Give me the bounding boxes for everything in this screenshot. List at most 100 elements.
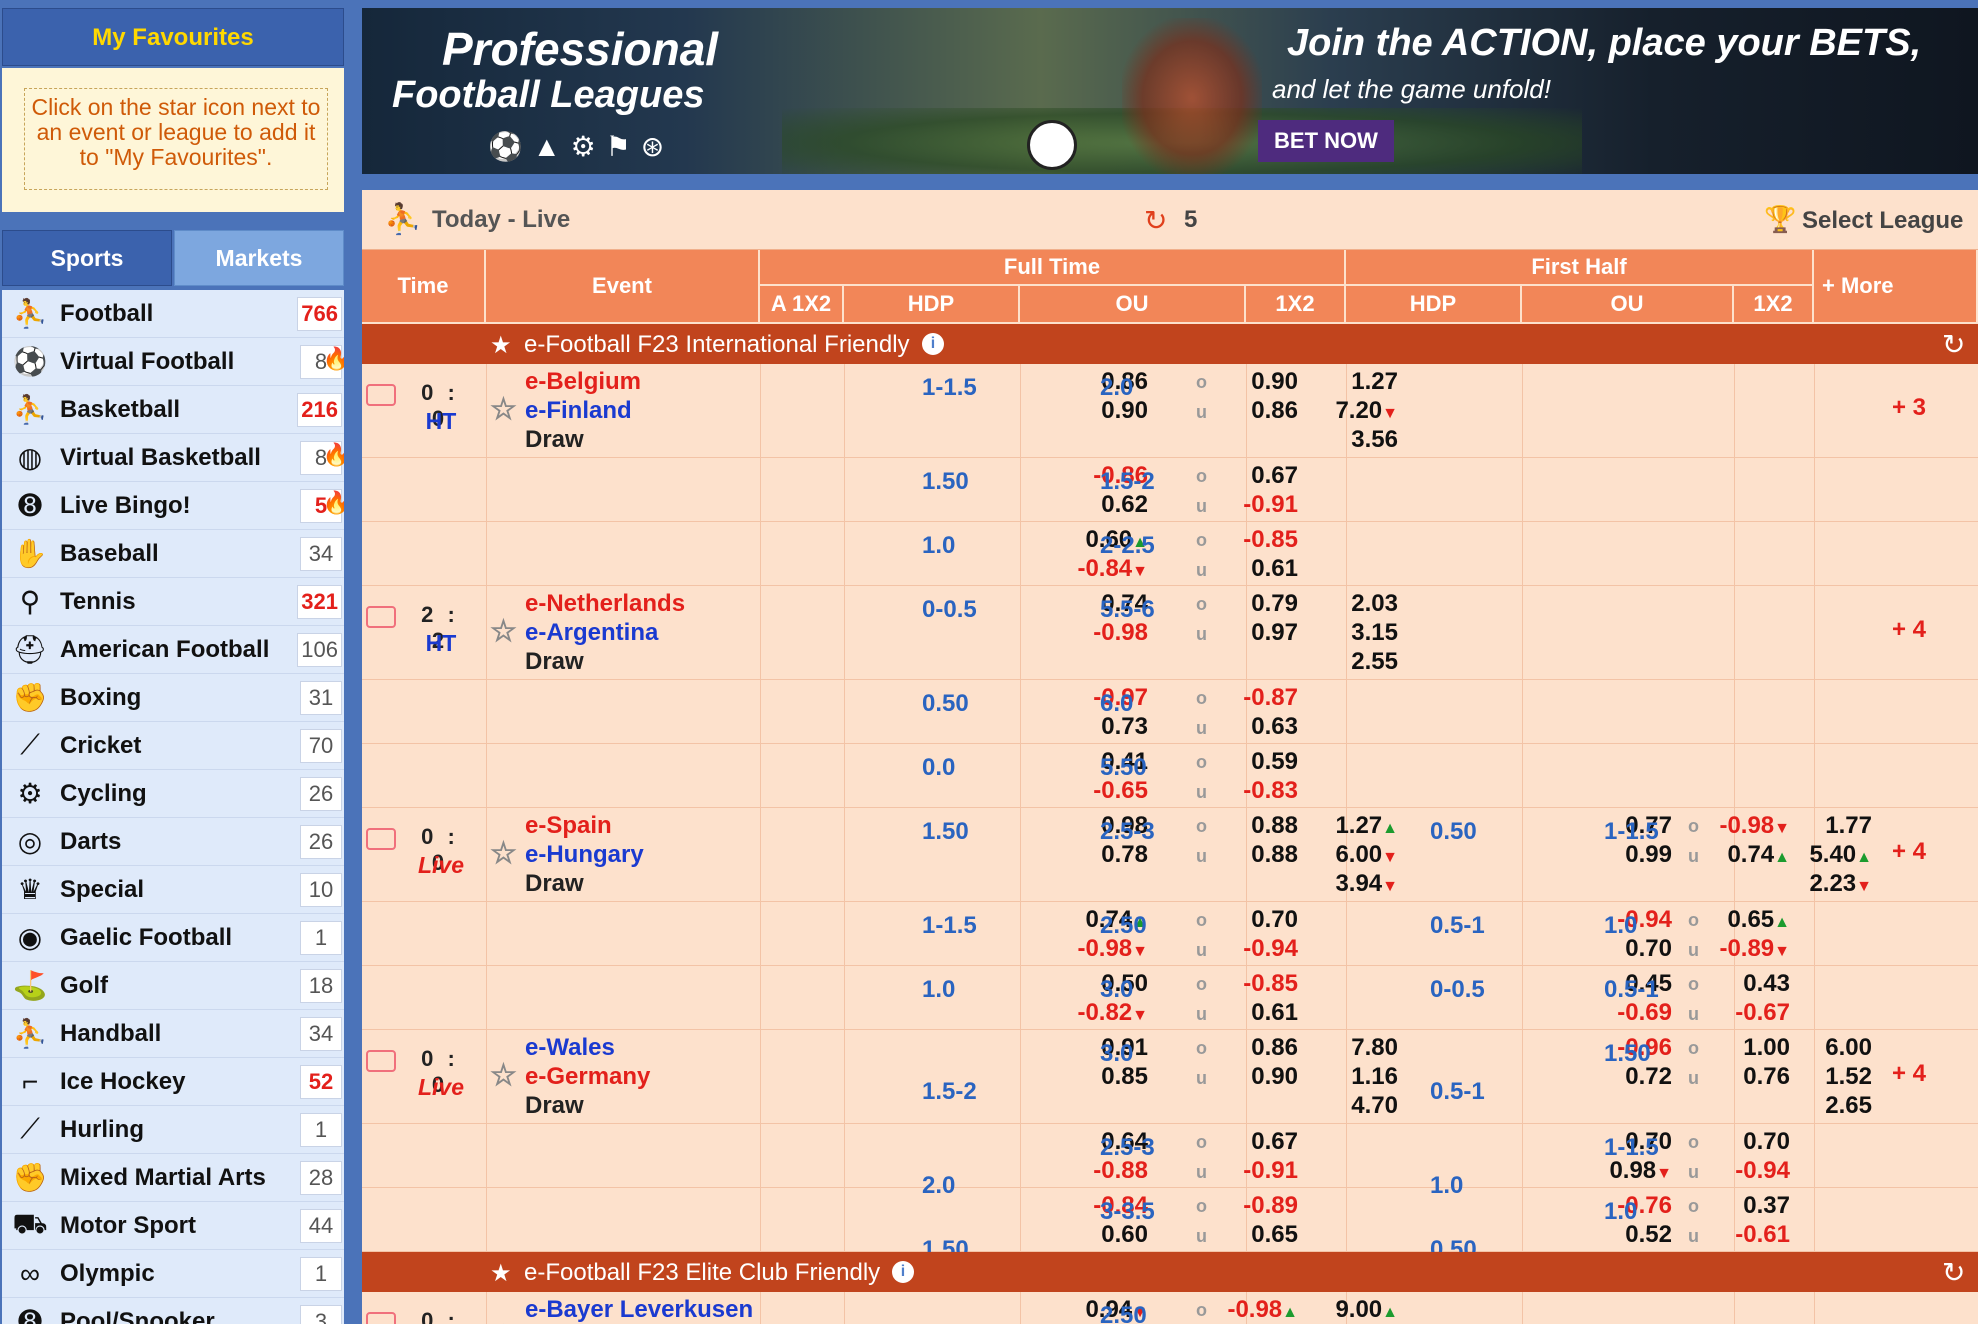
- ft-over-odds[interactable]: -0.87: [1243, 684, 1298, 712]
- tv-icon[interactable]: [366, 606, 396, 628]
- refresh-league-icon[interactable]: ↻: [1942, 328, 1965, 361]
- ft-1x2-odds[interactable]: 3.94▼: [1335, 870, 1398, 898]
- ft-over-odds[interactable]: 0.67: [1251, 462, 1298, 490]
- ft-1x2-odds[interactable]: 1.27: [1351, 368, 1398, 396]
- ft-over-odds[interactable]: 0.70: [1251, 906, 1298, 934]
- sidebar-item-special[interactable]: ♛ Special 10: [2, 866, 344, 914]
- sidebar-item-cycling[interactable]: ⚙ Cycling 26: [2, 770, 344, 818]
- favourite-star-icon[interactable]: ☆: [490, 1320, 518, 1324]
- fh-under-odds[interactable]: 0.76: [1743, 1063, 1790, 1091]
- ft-1x2-odds[interactable]: 1.16: [1351, 1063, 1398, 1091]
- fh-1x2-odds[interactable]: 1.77: [1825, 812, 1872, 840]
- team-name[interactable]: e-Argentina: [525, 619, 658, 647]
- fh-under-odds[interactable]: -0.94: [1735, 1157, 1790, 1185]
- fh-1x2-odds[interactable]: 2.23▼: [1809, 870, 1872, 898]
- team-name[interactable]: Draw: [525, 870, 584, 898]
- more-markets-link[interactable]: + 4: [1892, 838, 1926, 866]
- sidebar-item-basketball[interactable]: ⛹ Basketball 216: [2, 386, 344, 434]
- team-name[interactable]: e-Hungary: [525, 841, 644, 869]
- fh-1x2-odds[interactable]: 5.40▲: [1809, 841, 1872, 869]
- ft-1x2-odds[interactable]: 3.15: [1351, 619, 1398, 647]
- ft-over-odds[interactable]: 0.86: [1251, 1034, 1298, 1062]
- fh-1x2-odds[interactable]: 6.00: [1825, 1034, 1872, 1062]
- ft-over-odds[interactable]: 0.88: [1251, 812, 1298, 840]
- sidebar-item-darts[interactable]: ◎ Darts 26: [2, 818, 344, 866]
- more-markets-link[interactable]: + 4: [1892, 1060, 1926, 1088]
- fh-over-odds[interactable]: 0.70: [1743, 1128, 1790, 1156]
- fh-over-odds[interactable]: -0.98▼: [1719, 812, 1790, 840]
- refresh-icon[interactable]: ↻: [1144, 204, 1167, 237]
- ft-1x2-odds[interactable]: 7.80: [1351, 1034, 1398, 1062]
- refresh-league-icon[interactable]: ↻: [1942, 1256, 1965, 1289]
- ft-over-odds[interactable]: -0.85: [1243, 526, 1298, 554]
- ft-over-odds[interactable]: 0.67: [1251, 1128, 1298, 1156]
- ft-under-odds[interactable]: 0.86: [1251, 397, 1298, 425]
- tab-sports[interactable]: Sports: [2, 230, 172, 286]
- more-markets-link[interactable]: + 3: [1892, 394, 1926, 422]
- tv-icon[interactable]: [366, 384, 396, 406]
- bet-now-button[interactable]: BET NOW: [1258, 120, 1394, 162]
- sidebar-item-olympic[interactable]: ∞ Olympic 1: [2, 1250, 344, 1298]
- fh-under-odds[interactable]: -0.61: [1735, 1221, 1790, 1249]
- team-name[interactable]: e-Germany: [525, 1063, 650, 1091]
- sidebar-item-boxing[interactable]: ✊ Boxing 31: [2, 674, 344, 722]
- ft-1x2-odds[interactable]: 2.03: [1351, 590, 1398, 618]
- select-league-button[interactable]: Select League: [1802, 207, 1963, 235]
- sidebar-item-tennis[interactable]: ⚲ Tennis 321: [2, 578, 344, 626]
- trophy-icon[interactable]: 🏆: [1764, 204, 1796, 235]
- fh-over-odds[interactable]: 0.65▲: [1727, 906, 1790, 934]
- ft-1x2-odds[interactable]: 2.55: [1351, 648, 1398, 676]
- favourite-star-icon[interactable]: ★: [490, 331, 512, 360]
- more-markets-header[interactable]: + More: [1814, 250, 1978, 324]
- team-name[interactable]: Draw: [525, 1092, 584, 1120]
- tv-icon[interactable]: [366, 1312, 396, 1324]
- sidebar-item-motor-sport[interactable]: ⛟ Motor Sport 44: [2, 1202, 344, 1250]
- ft-under-odds[interactable]: 0.97: [1251, 619, 1298, 647]
- favourite-star-icon[interactable]: ☆: [490, 614, 518, 649]
- favourite-star-icon[interactable]: ☆: [490, 392, 518, 427]
- team-name[interactable]: e-Finland: [525, 397, 632, 425]
- ft-under-odds[interactable]: -0.91: [1243, 491, 1298, 519]
- fh-over-odds[interactable]: 1.00: [1743, 1034, 1790, 1062]
- ft-under-odds[interactable]: 0.88: [1251, 841, 1298, 869]
- fh-over-odds[interactable]: 0.43: [1743, 970, 1790, 998]
- ft-1x2-odds[interactable]: 9.00▲: [1335, 1296, 1398, 1324]
- promo-banner[interactable]: Professional Football Leagues ⚽▲⚙⚑⊛ Join…: [362, 8, 1978, 174]
- favourite-star-icon[interactable]: ☆: [490, 836, 518, 871]
- ft-1x2-odds[interactable]: 1.27▲: [1335, 812, 1398, 840]
- my-favourites-header[interactable]: My Favourites: [2, 8, 344, 66]
- team-name[interactable]: e-Spain: [525, 812, 612, 840]
- ft-under-odds[interactable]: -0.94: [1243, 935, 1298, 963]
- ft-over-odds[interactable]: -0.98▲: [1227, 1296, 1298, 1324]
- ft-under-odds[interactable]: 0.61: [1251, 999, 1298, 1027]
- sidebar-item-american-football[interactable]: ⛑ American Football 106: [2, 626, 344, 674]
- team-name[interactable]: Draw: [525, 426, 584, 454]
- fh-under-odds[interactable]: -0.89▼: [1719, 935, 1790, 963]
- ft-under-odds[interactable]: 0.90: [1251, 1063, 1298, 1091]
- tv-icon[interactable]: [366, 828, 396, 850]
- sidebar-item-cricket[interactable]: ⟋ Cricket 70: [2, 722, 344, 770]
- ft-1x2-odds[interactable]: 6.00▼: [1335, 841, 1398, 869]
- ft-under-odds[interactable]: -0.91: [1243, 1157, 1298, 1185]
- ft-under-odds[interactable]: 0.61: [1251, 555, 1298, 583]
- ft-over-odds[interactable]: 0.79: [1251, 590, 1298, 618]
- sidebar-item-ice-hockey[interactable]: ⌐ Ice Hockey 52: [2, 1058, 344, 1106]
- fh-under-odds[interactable]: 0.74▲: [1727, 841, 1790, 869]
- sidebar-item-mixed-martial-arts[interactable]: ✊ Mixed Martial Arts 28: [2, 1154, 344, 1202]
- sidebar-item-baseball[interactable]: ✋ Baseball 34: [2, 530, 344, 578]
- fh-over-odds[interactable]: 0.37: [1743, 1192, 1790, 1220]
- team-name[interactable]: e-Netherlands: [525, 590, 685, 618]
- team-name[interactable]: Draw: [525, 648, 584, 676]
- ft-over-odds[interactable]: -0.89: [1243, 1192, 1298, 1220]
- favourite-star-icon[interactable]: ★: [490, 1259, 512, 1288]
- info-icon[interactable]: i: [892, 1261, 914, 1283]
- sidebar-item-football[interactable]: ⛹ Football 766: [2, 290, 344, 338]
- ft-under-odds[interactable]: 0.65: [1251, 1221, 1298, 1249]
- sidebar-item-golf[interactable]: ⛳ Golf 18: [2, 962, 344, 1010]
- favourite-star-icon[interactable]: ☆: [490, 1058, 518, 1093]
- ft-under-odds[interactable]: 0.63: [1251, 713, 1298, 741]
- tab-markets[interactable]: Markets: [174, 230, 344, 286]
- ft-1x2-odds[interactable]: 3.56: [1351, 426, 1398, 454]
- ft-1x2-odds[interactable]: 7.20▼: [1335, 397, 1398, 425]
- sidebar-item-hurling[interactable]: ⟋ Hurling 1: [2, 1106, 344, 1154]
